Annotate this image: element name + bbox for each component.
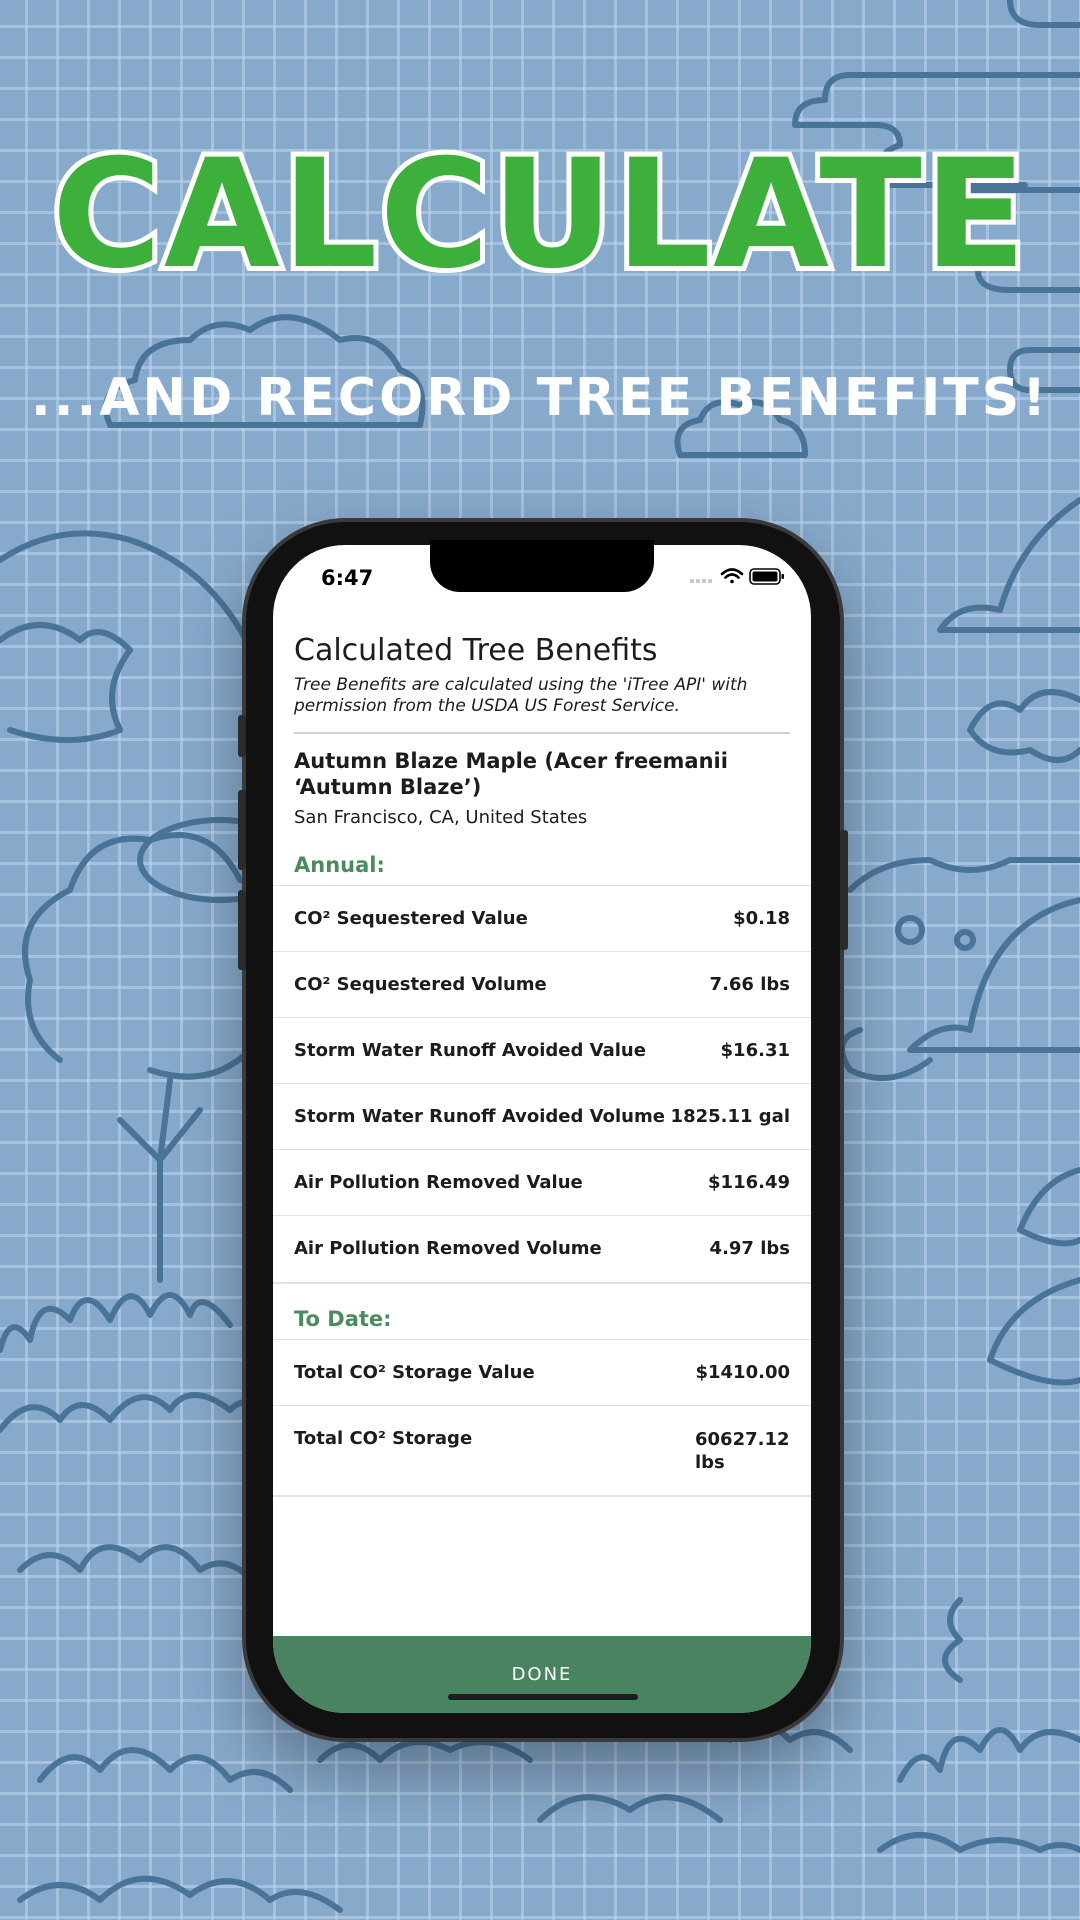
list-item: Storm Water Runoff Avoided Value $16.31 — [273, 1017, 811, 1083]
benefit-value: $116.49 — [708, 1172, 790, 1193]
benefit-label: CO² Sequestered Value — [294, 908, 528, 929]
section-heading-to-date: To Date: — [294, 1307, 392, 1331]
mute-switch — [238, 715, 246, 757]
volume-up-button — [238, 790, 246, 870]
benefit-value: $0.18 — [733, 908, 790, 929]
tree-location: San Francisco, CA, United States — [294, 807, 588, 828]
headline: CALCULATE — [47, 128, 1031, 302]
benefit-label: Storm Water Runoff Avoided Value — [294, 1040, 646, 1061]
benefit-label: Air Pollution Removed Value — [294, 1172, 583, 1193]
header-divider — [294, 732, 790, 734]
phone-notch — [430, 540, 654, 592]
signal-icon — [690, 579, 712, 583]
benefit-label: Total CO² Storage Value — [294, 1362, 535, 1383]
benefit-value: $1410.00 — [695, 1362, 790, 1383]
done-button-label: DONE — [511, 1664, 573, 1685]
api-disclaimer: Tree Benefits are calculated using the '… — [294, 675, 748, 716]
page-title: Calculated Tree Benefits — [294, 633, 658, 668]
list-item: Storm Water Runoff Avoided Volume 1825.1… — [273, 1083, 811, 1149]
benefit-label: Total CO² Storage — [294, 1428, 473, 1449]
benefit-value: 4.97 lbs — [709, 1238, 790, 1259]
wifi-icon — [720, 568, 744, 584]
list-item: CO² Sequestered Value $0.18 — [273, 885, 811, 951]
status-time: 6:47 — [321, 566, 374, 590]
tree-name: Autumn Blaze Maple (Acer freemanii ‘Autu… — [294, 749, 728, 799]
status-icons — [690, 568, 784, 585]
list-item: Air Pollution Removed Volume 4.97 lbs — [273, 1215, 811, 1281]
section-heading-annual: Annual: — [294, 853, 385, 877]
benefit-label: Storm Water Runoff Avoided Volume — [294, 1106, 665, 1127]
subheadline: ...AND RECORD TREE BENEFITS! — [31, 368, 1049, 428]
benefit-value: 1825.11 gal — [670, 1106, 790, 1127]
list-item: Air Pollution Removed Value $116.49 — [273, 1149, 811, 1215]
done-button[interactable]: DONE — [273, 1636, 811, 1713]
benefit-value: 7.66 lbs — [709, 974, 790, 995]
benefit-label: CO² Sequestered Volume — [294, 974, 547, 995]
battery-icon — [749, 568, 784, 585]
row-divider — [273, 1495, 811, 1497]
list-item: Total CO² Storage Value $1410.00 — [273, 1339, 811, 1405]
volume-down-button — [238, 890, 246, 970]
row-divider — [273, 1282, 811, 1284]
list-item: Total CO² Storage 60627.12 lbs — [273, 1405, 811, 1495]
benefit-value: 60627.12 lbs — [695, 1429, 790, 1473]
power-button — [840, 830, 848, 950]
list-item: CO² Sequestered Volume 7.66 lbs — [273, 951, 811, 1017]
benefit-label: Air Pollution Removed Volume — [294, 1238, 602, 1259]
home-indicator[interactable] — [448, 1694, 638, 1700]
benefit-value: $16.31 — [720, 1040, 790, 1061]
